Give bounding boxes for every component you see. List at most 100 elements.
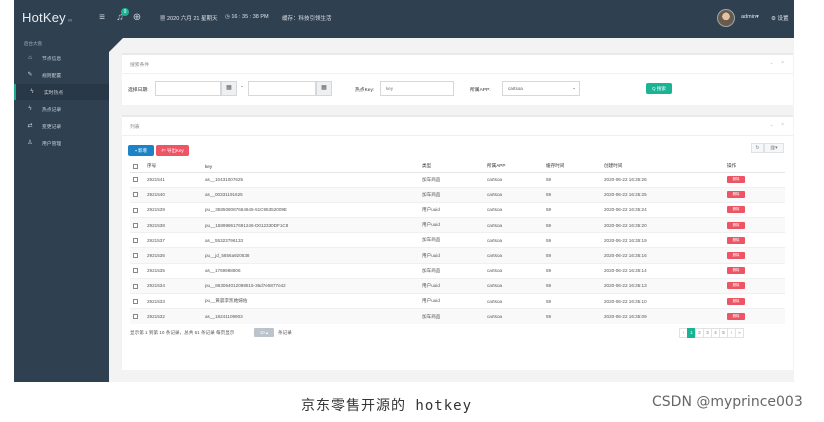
delete-button[interactable]: 删除 [727,267,745,275]
exchange-icon: ⇄ [27,123,33,129]
start-date-input[interactable] [155,81,221,96]
pagination: ‹ 1 2 3 4 5 ›» [679,328,744,338]
row-checkbox[interactable] [130,292,144,309]
logo-text: HotKey [22,10,66,25]
settings-button[interactable]: ⚙ 设置 [771,14,788,22]
table-row[interactable]: 2921535 as__1769988806 加车商品 cartsoa 59 2020-0… [130,262,785,279]
row-checkbox[interactable] [130,232,144,248]
delete-button[interactable]: 删除 [727,236,745,244]
column-header[interactable]: 序号 [144,161,202,173]
sidebar-item-nodes[interactable]: ⌂ 节点信息 [14,50,109,66]
menu-toggle-icon[interactable]: ≡ [96,12,108,24]
delete-button[interactable]: 删除 [727,297,745,305]
add-button[interactable]: ▪ 新增 [128,145,154,156]
table-row[interactable]: 2921532 as__18241109903 加车商品 cartsoa 59 2020-… [130,308,785,324]
action-cell: 删除 [724,232,785,248]
table-cell: 2921535 [144,262,202,279]
wrench-icon: ✎ [27,72,33,78]
sidebar-item-records[interactable]: ϟ 热点记录 [14,101,109,117]
corner-decoration [109,38,123,52]
column-header[interactable]: 类型 [419,161,484,173]
action-cell: 删除 [724,277,785,294]
delete-button[interactable]: 删除 [727,252,745,260]
sidebar-item-label: 规则配置 [42,74,62,79]
action-cell: 删除 [724,186,785,203]
row-checkbox[interactable] [130,217,144,233]
select-all-checkbox[interactable] [130,161,144,173]
table-row[interactable]: 2921538 pu__158998617691246-D012330DF1C8 用… [130,217,785,233]
notice-text: 缓存：科技引领生活 [282,16,332,22]
table-cell: cartsoa [484,247,543,264]
user-icon: ♙ [27,140,33,146]
table-cell: 用户uuid [419,201,484,218]
panel-tools[interactable]: ⌄ × [770,60,788,66]
panel-tools[interactable]: ⌄ × [770,122,788,128]
refresh-icon[interactable]: ↻ [751,143,764,153]
table-row[interactable]: 2921533 pu__黄晨李凯她婦佑 用户uuid cartsoa 59 2020-06… [130,292,785,309]
sidebar-heading: 后台大盘 [24,41,42,46]
action-cell: 删除 [724,247,785,264]
delete-button[interactable]: 删除 [727,221,745,229]
table-row[interactable]: 2921539 pu__358508087664645-51C95352009E 用… [130,201,785,218]
sidebar-item-realtime[interactable]: ϟ 实时热点 [14,84,109,100]
page-size-select[interactable]: 10 ▴ [254,328,274,337]
user-menu[interactable]: admin▾ [741,14,759,20]
table-cell: 59 [543,217,601,233]
delete-button[interactable]: 删除 [727,191,745,199]
row-checkbox[interactable] [130,308,144,324]
column-header[interactable]: 创建时间 [601,161,724,173]
table-cell: 59 [543,201,601,218]
table-cell: 2921533 [144,292,202,309]
table-row[interactable]: 2921541 as__10431007625 加车商品 cartsoa 59 2020-… [130,171,785,188]
sidebar-item-changes[interactable]: ⇄ 变更记录 [14,118,109,134]
table-row[interactable]: 2921534 pu__863064012098515-36d7e5877e42 用… [130,277,785,294]
home-icon: ⌂ [28,55,32,61]
hotkey-table: 序号 key 类型 所属APP 缓存时间 创建时间 操作 2921541 as__… [130,161,785,324]
sidebar-item-label: 节点信息 [42,57,62,62]
table-cell: 2921536 [144,247,202,264]
row-checkbox[interactable] [130,247,144,264]
table-cell: 2020-06-22 16:35:25 [601,186,724,203]
export-key-button[interactable]: ⇐ 导出Key [156,145,189,156]
table-header-row: 序号 key 类型 所属APP 缓存时间 创建时间 操作 [130,161,785,173]
table-cell: 59 [543,277,601,294]
table-cell: pu__158998617691246-D012330DF1C8 [202,217,419,233]
table-row[interactable]: 2921536 pu__jd_5856a920538 用户uuid cartsoa 59… [130,247,785,264]
table-cell: cartsoa [484,262,543,279]
column-header[interactable]: 缓存时间 [543,161,601,173]
table-cell: 59 [543,292,601,309]
row-checkbox[interactable] [130,201,144,218]
sidebar-item-users[interactable]: ♙ 用户管理 [14,135,109,151]
avatar[interactable] [717,9,735,27]
main-content: 搜索条件 ⌄ × 选择日期: ▦ - ▦ 热点Key: 所属APP: carts… [109,38,794,382]
table-row[interactable]: 2921540 as__00331191625 加车商品 cartsoa 59 2020-… [130,186,785,203]
add-label: 新增 [137,148,147,153]
key-input[interactable] [380,81,454,96]
columns-toggle-icon[interactable]: ▥▾ [764,143,784,153]
delete-button[interactable]: 删除 [727,313,745,321]
page-button[interactable]: » [735,328,744,338]
row-checkbox[interactable] [130,171,144,188]
action-cell: 删除 [724,292,785,309]
row-checkbox[interactable] [130,262,144,279]
end-date-input[interactable] [248,81,316,96]
globe-icon[interactable]: ⊕ [131,12,143,24]
table-cell: 2020-06-22 16:35:09 [601,308,724,324]
calendar-icon[interactable]: ▦ [316,81,332,96]
calendar-icon[interactable]: ▦ [221,81,237,96]
table-cell: cartsoa [484,308,543,324]
app-select[interactable]: cartsoa ⌄ [502,81,580,96]
sidebar-item-rules[interactable]: ✎ 规则配置 [14,67,109,83]
delete-button[interactable]: 删除 [727,206,745,214]
delete-button[interactable]: 删除 [727,282,745,290]
row-checkbox[interactable] [130,186,144,203]
table-row[interactable]: 2921537 as__55323796133 加车商品 cartsoa 59 2020-… [130,232,785,248]
row-checkbox[interactable] [130,277,144,294]
search-button[interactable]: Q 搜索 [646,83,672,94]
table-cell: cartsoa [484,292,543,309]
logo-suffix: ∞ [67,18,73,24]
column-header[interactable]: key [202,161,419,173]
delete-button[interactable]: 删除 [727,176,745,184]
column-header[interactable]: 所属APP [484,161,543,173]
app-logo[interactable]: HotKey ∞ [22,10,72,25]
